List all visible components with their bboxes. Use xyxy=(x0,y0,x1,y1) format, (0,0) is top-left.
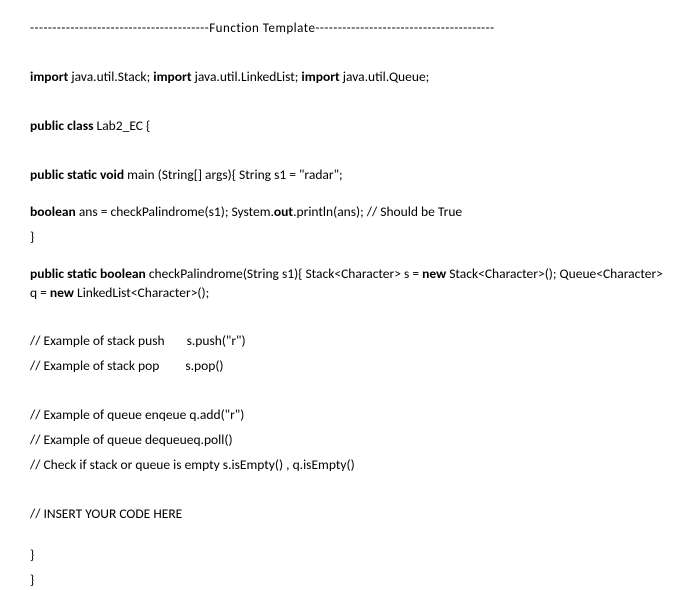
example-empty: // Check if stack or queue is empty s.is… xyxy=(30,456,668,475)
keyword-public-static-boolean: public static boolean xyxy=(30,265,146,282)
class-declaration: public class Lab2_EC { xyxy=(30,117,668,136)
closing-brace: } xyxy=(30,546,668,565)
boolean-mid: ans = checkPalindrome(s1); System. xyxy=(76,203,274,220)
keyword-public-class: public class xyxy=(30,117,93,134)
method-declaration: public static boolean checkPalindrome(St… xyxy=(30,265,668,303)
class-name: Lab2_EC { xyxy=(93,117,150,134)
keyword-public-static-void: public static void xyxy=(30,166,124,183)
keyword-new: new xyxy=(50,284,74,301)
method-mid: checkPalindrome(String s1){ Stack<Charac… xyxy=(146,265,422,282)
import-value: java.util.Stack; xyxy=(68,68,153,85)
keyword-out: out xyxy=(274,203,293,220)
main-method-line: public static void main (String[] args){… xyxy=(30,166,668,185)
example-dequeue: // Example of queue dequeueq.poll() xyxy=(30,431,668,450)
keyword-new: new xyxy=(422,265,446,282)
example-pop-label: // Example of stack pop xyxy=(30,357,159,374)
method-rest: LinkedList<Character>(); xyxy=(74,284,209,301)
main-method-rest: main (String[] args){ String s1 = "radar… xyxy=(124,166,343,183)
import-statement: import java.util.Stack; import java.util… xyxy=(30,68,668,87)
import-value: java.util.Queue; xyxy=(340,68,430,85)
example-push: // Example of stack push s.push("r") xyxy=(30,332,668,351)
keyword-import: import xyxy=(30,68,68,85)
example-pop: // Example of stack pop s.pop() xyxy=(30,357,668,376)
example-push-label: // Example of stack push xyxy=(30,332,165,349)
closing-brace: } xyxy=(30,228,668,247)
example-push-code: s.push("r") xyxy=(187,332,246,351)
boolean-line: boolean ans = checkPalindrome(s1); Syste… xyxy=(30,203,668,222)
closing-brace: } xyxy=(30,571,668,590)
boolean-rest: .println(ans); // Should be True xyxy=(293,203,462,220)
keyword-boolean: boolean xyxy=(30,203,76,220)
keyword-import: import xyxy=(153,68,191,85)
keyword-import: import xyxy=(301,68,339,85)
section-header: ----------------------------------------… xyxy=(30,20,668,38)
example-pop-code: s.pop() xyxy=(185,357,223,376)
example-enqueue: // Example of queue enqeue q.add("r") xyxy=(30,406,668,425)
insert-code-comment: // INSERT YOUR CODE HERE xyxy=(30,505,668,524)
import-value: java.util.LinkedList; xyxy=(192,68,302,85)
